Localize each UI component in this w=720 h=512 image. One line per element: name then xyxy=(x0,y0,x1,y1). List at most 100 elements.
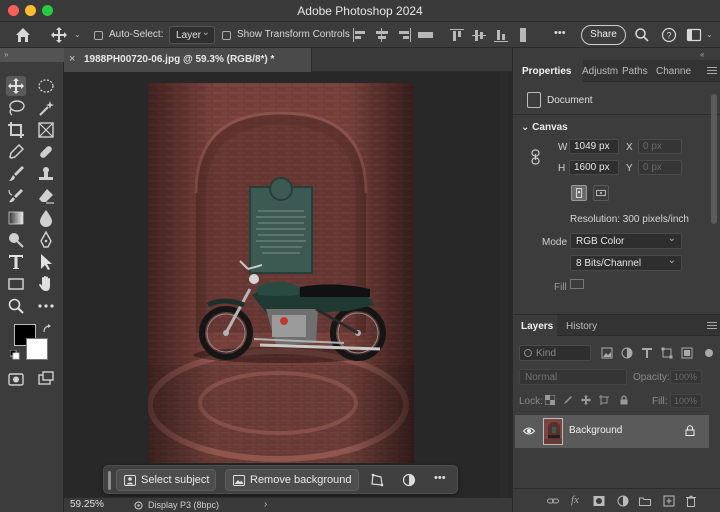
more-tools-icon[interactable] xyxy=(36,296,56,316)
search-icon[interactable] xyxy=(634,27,650,43)
canvas-area[interactable] xyxy=(64,72,512,497)
transform-controls-checkbox[interactable] xyxy=(222,31,231,40)
document-image[interactable] xyxy=(148,83,414,463)
link-layers-icon[interactable] xyxy=(547,495,559,507)
add-mask-icon[interactable] xyxy=(593,495,605,507)
more-actions-button[interactable]: ••• xyxy=(434,472,446,484)
filter-type-icon[interactable] xyxy=(641,347,653,359)
status-menu-arrow[interactable]: › xyxy=(264,499,267,510)
y-field[interactable]: 0 px xyxy=(638,160,682,175)
layer-filter-kind[interactable]: Kind xyxy=(519,345,591,361)
align-middle-icon[interactable] xyxy=(472,28,488,42)
fill-swatch[interactable] xyxy=(570,279,584,289)
panel-menu-icon[interactable] xyxy=(707,322,717,330)
stamp-tool-icon[interactable] xyxy=(36,164,56,184)
distribute-vertical-icon[interactable] xyxy=(516,28,532,42)
chevron-down-icon[interactable]: ⌄ xyxy=(706,30,713,39)
tab-paths[interactable]: Paths xyxy=(622,66,648,77)
auto-select-checkbox[interactable] xyxy=(94,31,103,40)
crop-tool-icon[interactable] xyxy=(6,120,26,140)
lock-artboard-icon[interactable] xyxy=(599,395,609,405)
path-selection-tool-icon[interactable] xyxy=(36,252,56,272)
close-tab-icon[interactable]: × xyxy=(69,53,75,65)
remove-background-button[interactable]: Remove background xyxy=(225,469,359,491)
opacity-field[interactable]: 100% xyxy=(670,370,702,384)
tab-properties[interactable]: Properties xyxy=(522,66,571,77)
canvas-vertical-scrollbar[interactable] xyxy=(500,72,508,497)
screen-mode-icon[interactable] xyxy=(36,369,56,389)
filter-adjustment-icon[interactable] xyxy=(621,347,633,359)
panel-menu-icon[interactable] xyxy=(707,67,717,75)
bit-depth-dropdown[interactable]: 8 Bits/Channel xyxy=(570,255,682,271)
new-adjustment-layer-icon[interactable] xyxy=(617,495,629,507)
type-tool-icon[interactable] xyxy=(6,252,26,272)
frame-tool-icon[interactable] xyxy=(36,120,56,140)
eraser-tool-icon[interactable] xyxy=(36,186,56,206)
swap-colors-icon[interactable] xyxy=(42,324,52,334)
collapse-panels-icon[interactable]: « xyxy=(700,50,704,59)
filter-toggle-icon[interactable] xyxy=(703,347,715,359)
share-button[interactable]: Share xyxy=(581,25,626,45)
eye-icon[interactable] xyxy=(523,426,535,436)
move-tool-icon[interactable] xyxy=(50,26,68,44)
new-group-icon[interactable] xyxy=(639,495,651,507)
chevron-down-icon[interactable]: ⌄ xyxy=(74,30,81,39)
align-right-icon[interactable] xyxy=(396,28,412,42)
lock-position-icon[interactable] xyxy=(581,395,591,405)
more-options-button[interactable]: ••• xyxy=(554,27,566,39)
lock-transparent-icon[interactable] xyxy=(545,395,555,405)
blur-tool-icon[interactable] xyxy=(36,208,56,228)
workspace-icon[interactable] xyxy=(686,27,702,43)
layer-row-background[interactable]: Background xyxy=(515,415,709,448)
collapse-toolbar-icon[interactable]: » xyxy=(4,50,8,59)
auto-select-target-dropdown[interactable]: Layer xyxy=(169,26,215,44)
quick-mask-icon[interactable] xyxy=(6,369,26,389)
move-tool-icon[interactable] xyxy=(6,76,26,96)
align-top-icon[interactable] xyxy=(450,28,466,42)
marquee-tool-icon[interactable] xyxy=(36,76,56,96)
lock-all-icon[interactable] xyxy=(619,395,629,405)
mode-dropdown[interactable]: RGB Color xyxy=(570,233,682,249)
history-brush-tool-icon[interactable] xyxy=(6,186,26,206)
zoom-tool-icon[interactable] xyxy=(6,296,26,316)
hand-tool-icon[interactable] xyxy=(36,274,56,294)
zoom-level[interactable]: 59.25% xyxy=(70,499,104,510)
blend-mode-dropdown[interactable]: Normal xyxy=(519,369,627,385)
lasso-tool-icon[interactable] xyxy=(6,98,26,118)
tab-history[interactable]: History xyxy=(566,321,597,332)
transform-icon[interactable] xyxy=(370,473,384,487)
tab-adjustments[interactable]: Adjustm xyxy=(582,66,618,77)
rectangle-tool-icon[interactable] xyxy=(6,274,26,294)
drag-handle[interactable] xyxy=(108,471,111,490)
filter-smart-object-icon[interactable] xyxy=(681,347,693,359)
gradient-tool-icon[interactable] xyxy=(6,208,26,228)
help-icon[interactable]: ? xyxy=(661,27,677,43)
default-colors-icon[interactable] xyxy=(10,350,20,360)
background-color-swatch[interactable] xyxy=(26,338,48,360)
filter-pixel-icon[interactable] xyxy=(601,347,613,359)
lock-pixels-icon[interactable] xyxy=(563,395,573,405)
tab-layers[interactable]: Layers xyxy=(521,321,553,332)
layer-name[interactable]: Background xyxy=(569,425,622,436)
link-icon[interactable] xyxy=(531,149,540,165)
align-bottom-icon[interactable] xyxy=(494,28,510,42)
portrait-orientation-icon[interactable] xyxy=(571,185,587,201)
adjustment-icon[interactable] xyxy=(402,473,416,487)
brush-tool-icon[interactable] xyxy=(6,164,26,184)
dodge-tool-icon[interactable] xyxy=(6,230,26,250)
select-subject-button[interactable]: Select subject xyxy=(116,469,217,491)
distribute-icon[interactable] xyxy=(418,28,434,42)
width-field[interactable]: 1049 px xyxy=(569,139,619,154)
properties-scrollbar[interactable] xyxy=(711,84,717,309)
filter-shape-icon[interactable] xyxy=(661,347,673,359)
new-layer-icon[interactable] xyxy=(663,495,675,507)
healing-brush-tool-icon[interactable] xyxy=(36,142,56,162)
landscape-orientation-icon[interactable] xyxy=(593,185,609,201)
pen-tool-icon[interactable] xyxy=(36,230,56,250)
lock-icon[interactable] xyxy=(685,425,695,436)
fx-icon[interactable]: fx xyxy=(571,494,579,506)
eyedropper-tool-icon[interactable] xyxy=(6,142,26,162)
tab-channels[interactable]: Channe xyxy=(656,66,691,77)
fill-field[interactable]: 100% xyxy=(670,394,702,408)
align-center-icon[interactable] xyxy=(374,28,390,42)
